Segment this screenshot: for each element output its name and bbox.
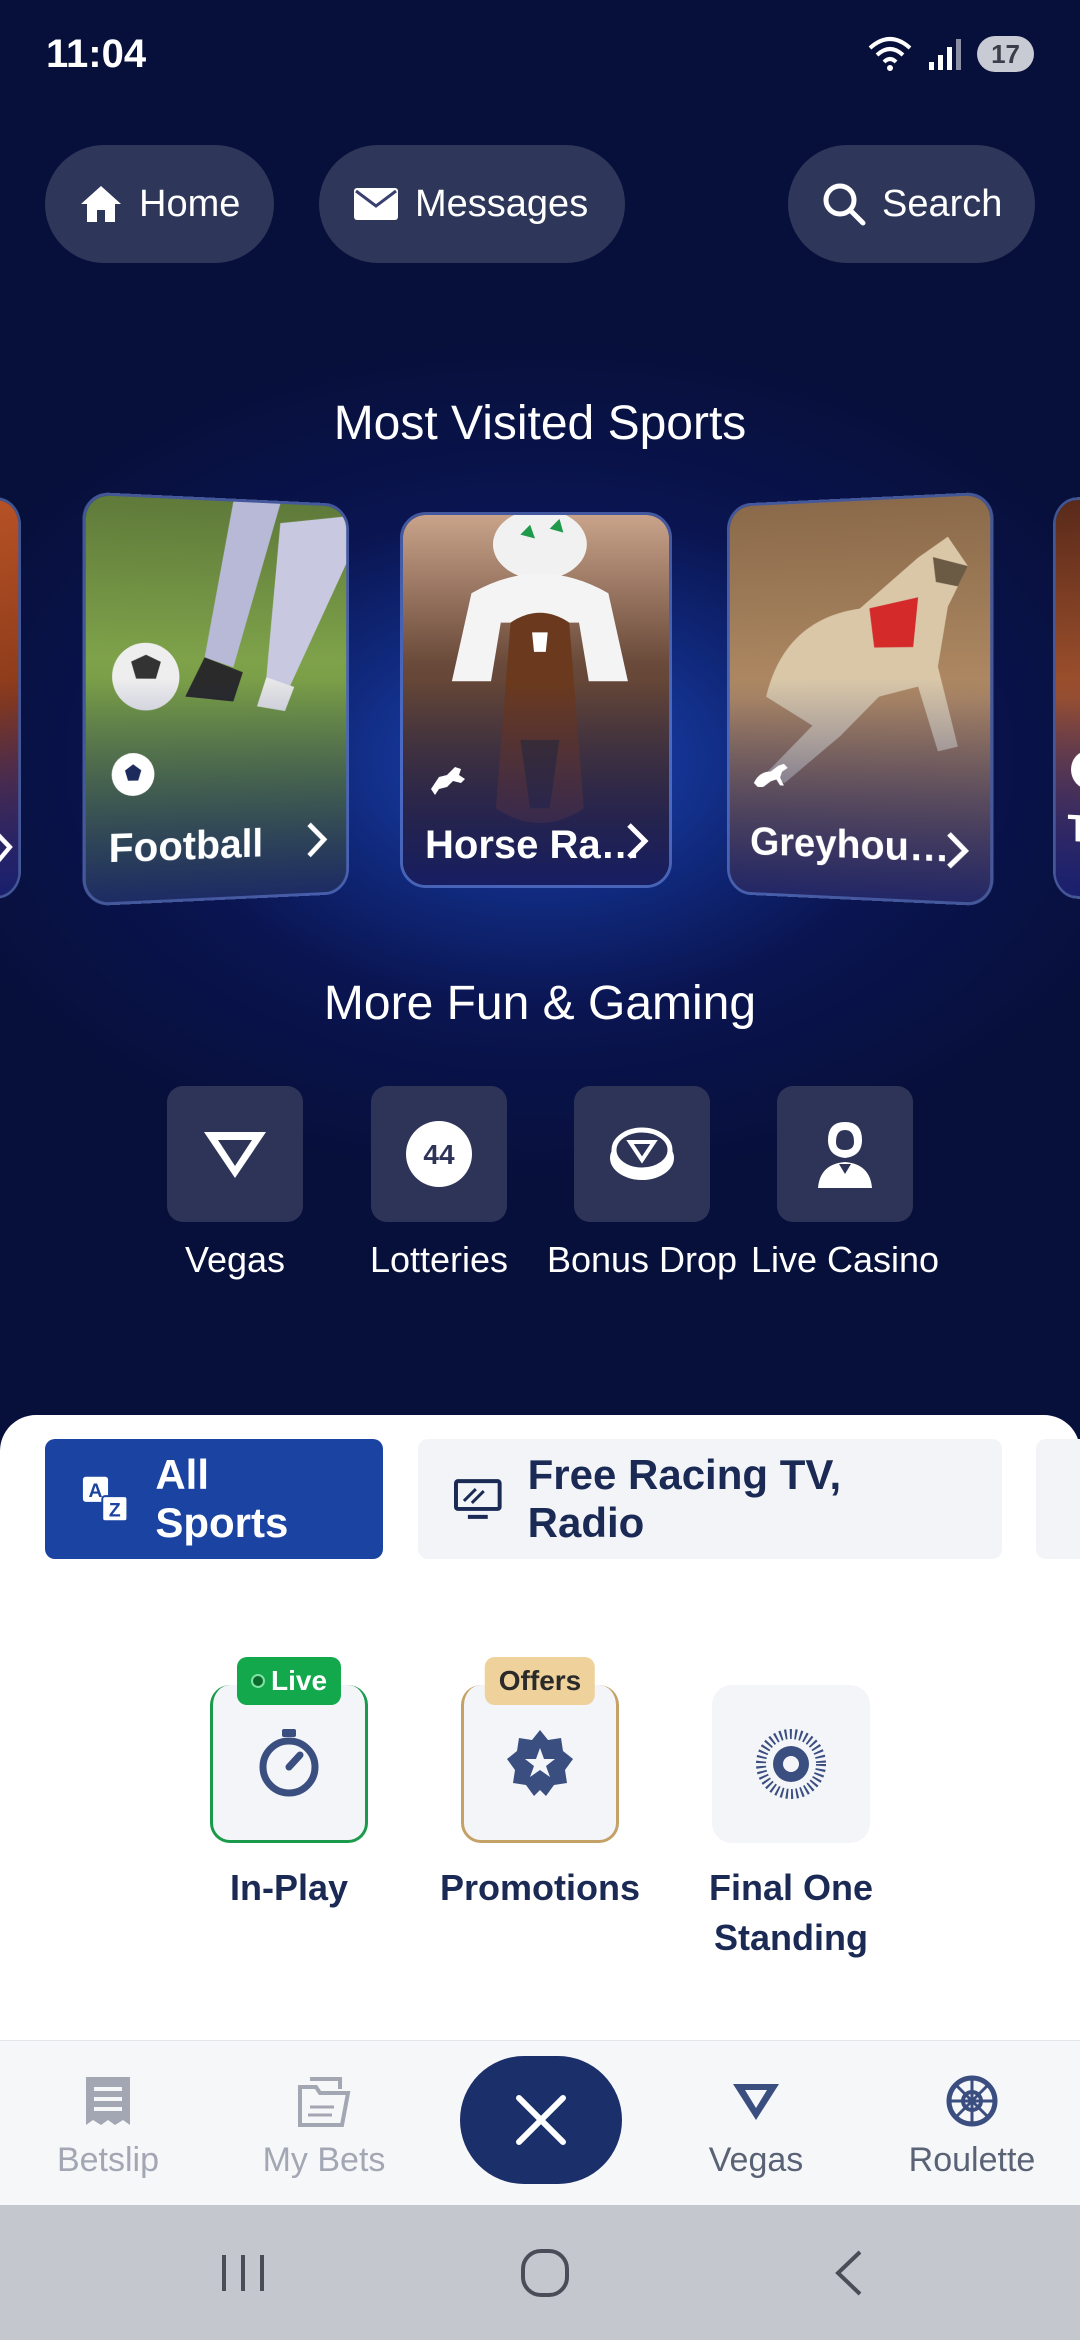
sport-card-label: Greyhou… [750, 819, 950, 871]
live-dot-icon [250, 1674, 265, 1688]
tab-vegas[interactable]: Vegas [648, 2041, 864, 2206]
in-play-label: In-Play [229, 1867, 349, 1908]
sport-card-label: Horse Ra… [425, 823, 641, 867]
home-label: Home [139, 182, 241, 225]
back-button[interactable] [808, 2241, 888, 2305]
status-bar: 11:04 17 [0, 0, 1080, 110]
promotions-tile[interactable]: Offers [461, 1657, 619, 1843]
tab-roulette[interactable]: Roulette [864, 2041, 1080, 2206]
all-sports-chip[interactable]: A Z All Sports [45, 1439, 383, 1559]
search-button[interactable]: Search [788, 145, 1035, 263]
more-chips-edge[interactable] [1036, 1439, 1080, 1559]
search-label: Search [882, 182, 1003, 225]
back-icon [835, 2250, 862, 2296]
dotted-circle-icon [756, 1729, 826, 1799]
lotteries-label: Lotteries [369, 1239, 509, 1280]
vegas-logo-icon [733, 2084, 779, 2120]
tab-betslip[interactable]: Betslip [0, 2041, 216, 2206]
vegas-tile[interactable] [167, 1086, 303, 1222]
bonus-drop-coin-icon [610, 1127, 674, 1180]
lottery-ball-icon: 44 [406, 1121, 472, 1187]
sport-card-label: Football [108, 821, 264, 872]
lotteries-tile[interactable]: 44 [371, 1086, 507, 1222]
vegas-tab-label: Vegas [708, 2141, 804, 2179]
wifi-icon [868, 37, 912, 71]
tab-my-bets[interactable]: My Bets [216, 2041, 432, 2206]
dealer-icon [818, 1122, 872, 1188]
sport-card-tennis[interactable]: T [1053, 475, 1080, 921]
my-bets-icon [298, 2077, 351, 2127]
in-play-tile[interactable]: Live [210, 1657, 368, 1843]
betslip-label: Betslip [56, 2141, 160, 2179]
status-time: 11:04 [46, 32, 147, 76]
system-navigation-bar [0, 2205, 1080, 2340]
battery-icon: 17 [977, 36, 1034, 72]
tv-icon [454, 1479, 502, 1519]
sports-sheet: A Z All Sports Free Racing TV, Radio Liv… [0, 1415, 1080, 2040]
vegas-label: Vegas [184, 1239, 286, 1280]
search-icon [823, 183, 866, 226]
offers-badge: Offers [484, 1657, 596, 1705]
live-casino-label: Live Casino [750, 1239, 940, 1280]
more-fun-title: More Fun & Gaming [323, 977, 757, 1030]
final-one-standing-tile[interactable] [712, 1685, 870, 1843]
signal-icon [929, 39, 962, 70]
offers-badge-label: Offers [498, 1665, 582, 1696]
live-badge: Live [236, 1657, 342, 1705]
sport-card-horse-racing[interactable]: Horse Ra… [400, 512, 672, 888]
battery-level: 17 [991, 38, 1020, 69]
free-racing-chip[interactable]: Free Racing TV, Radio [418, 1439, 1002, 1559]
svg-text:Z: Z [109, 1500, 121, 1521]
final-one-standing-label: Final One Standing [708, 1867, 874, 1958]
my-bets-label: My Bets [262, 2141, 386, 2179]
sport-card-partial-left[interactable] [0, 475, 21, 921]
tennis-icon [1070, 750, 1080, 791]
greyhound-icon [753, 763, 788, 788]
sport-card-greyhound[interactable]: Greyhou… [727, 491, 994, 907]
free-racing-label: Free Racing TV, Radio [527, 1451, 842, 1546]
bonus-drop-label: Bonus Drop [546, 1239, 738, 1280]
close-menu-button[interactable] [460, 2056, 622, 2184]
messages-button[interactable]: Messages [319, 145, 625, 263]
stopwatch-icon [259, 1728, 319, 1796]
home-circle-icon [521, 2249, 569, 2297]
sport-card-football[interactable]: Football [82, 491, 349, 907]
home-button[interactable]: Home [45, 145, 274, 263]
recents-button[interactable] [203, 2241, 283, 2305]
svg-text:A: A [89, 1481, 103, 1502]
live-casino-tile[interactable] [777, 1086, 913, 1222]
recents-icon [222, 2255, 264, 2291]
most-visited-title: Most Visited Sports [333, 397, 747, 450]
chevron-right-icon [627, 823, 649, 859]
messages-label: Messages [415, 182, 589, 225]
horse-racing-icon [431, 767, 465, 795]
betslip-icon [86, 2077, 130, 2125]
vegas-logo-icon [204, 1132, 266, 1178]
all-sports-label: All Sports [155, 1451, 289, 1546]
roulette-label: Roulette [908, 2141, 1036, 2179]
mail-icon [354, 188, 398, 220]
chevron-right-icon [945, 830, 970, 872]
home-nav-button[interactable] [505, 2241, 585, 2305]
a-z-sort-icon: A Z [82, 1476, 129, 1523]
chevron-right-icon [305, 820, 327, 860]
chevron-right-icon [0, 828, 13, 868]
home-icon [81, 186, 121, 222]
football-icon [111, 752, 155, 797]
star-badge-icon [507, 1729, 573, 1796]
bottom-tab-bar: Betslip My Bets Vegas Roulette [0, 2040, 1080, 2205]
bonus-drop-tile[interactable] [574, 1086, 710, 1222]
lottery-ball-number: 44 [423, 1139, 455, 1170]
sport-card-label: T [1067, 807, 1080, 851]
close-icon [516, 2095, 566, 2145]
status-icons: 17 [867, 36, 1034, 72]
live-badge-label: Live [270, 1665, 328, 1696]
promotions-label: Promotions [439, 1867, 640, 1908]
roulette-wheel-icon [946, 2075, 998, 2127]
